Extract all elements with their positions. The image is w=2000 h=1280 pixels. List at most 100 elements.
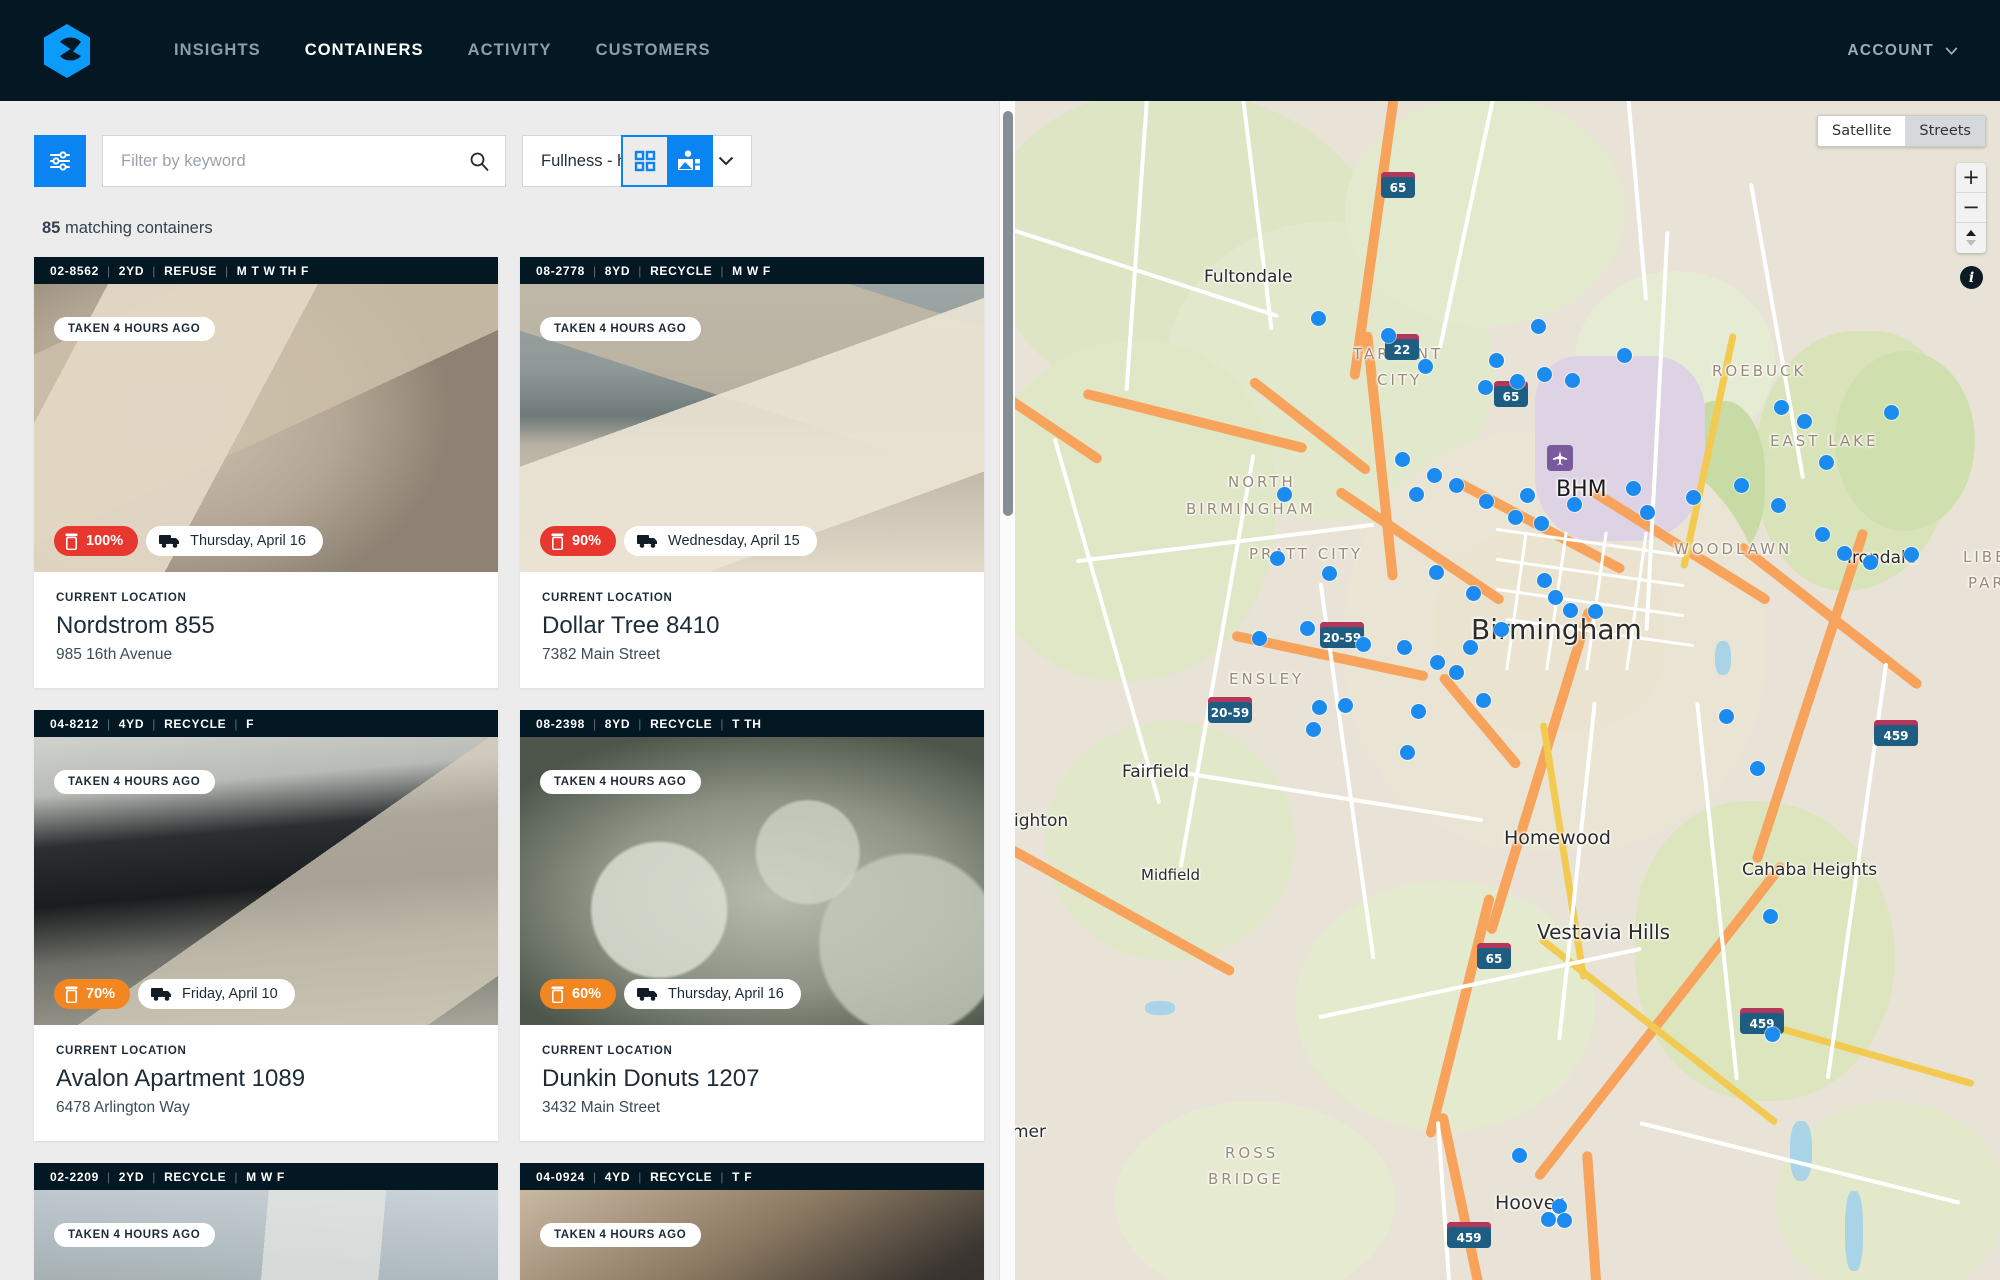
container-map-marker[interactable] (1750, 761, 1765, 776)
compass-reset-button[interactable] (1956, 223, 1986, 253)
container-map-marker[interactable] (1381, 328, 1396, 343)
nav-link-activity[interactable]: ACTIVITY (446, 41, 574, 60)
container-card[interactable]: 02-2209|2YD|RECYCLE|M W F TAKEN 4 HOURS … (34, 1163, 498, 1280)
nav-link-customers[interactable]: CUSTOMERS (574, 41, 733, 60)
container-map-marker[interactable] (1819, 455, 1834, 470)
container-card[interactable]: 04-8212|4YD|RECYCLE|F TAKEN 4 HOURS AGO … (34, 710, 498, 1141)
account-menu[interactable]: ACCOUNT (1847, 42, 1958, 60)
container-card[interactable]: 08-2778|8YD|RECYCLE|M W F TAKEN 4 HOURS … (520, 257, 984, 688)
container-map-marker[interactable] (1719, 709, 1734, 724)
container-card[interactable]: 04-0924|4YD|RECYCLE|T F TAKEN 4 HOURS AG… (520, 1163, 984, 1280)
container-map-marker[interactable] (1463, 640, 1478, 655)
list-scrollbar[interactable] (999, 101, 1015, 1280)
container-photo[interactable]: TAKEN 4 HOURS AGO 90% (520, 284, 984, 572)
search-input[interactable] (121, 152, 469, 171)
map-view-button[interactable] (667, 137, 711, 185)
filter-button[interactable] (34, 135, 86, 187)
container-map-marker[interactable] (1479, 494, 1494, 509)
container-map-marker[interactable] (1252, 631, 1267, 646)
container-map-marker[interactable] (1429, 565, 1444, 580)
search-icon[interactable] (469, 151, 489, 171)
container-map-marker[interactable] (1466, 586, 1481, 601)
container-map-marker[interactable] (1734, 478, 1749, 493)
container-size: 8YD (605, 717, 630, 731)
container-map-marker[interactable] (1520, 488, 1535, 503)
container-map-marker[interactable] (1531, 319, 1546, 334)
container-map-marker[interactable] (1270, 551, 1285, 566)
container-map-marker[interactable] (1626, 481, 1641, 496)
container-photo[interactable]: TAKEN 4 HOURS AGO (34, 1190, 498, 1280)
container-map-marker[interactable] (1837, 546, 1852, 561)
search-field-wrapper[interactable] (102, 135, 506, 187)
container-map-marker[interactable] (1797, 414, 1812, 429)
container-map-marker[interactable] (1306, 722, 1321, 737)
container-map-marker[interactable] (1512, 1148, 1527, 1163)
nav-link-insights[interactable]: INSIGHTS (152, 41, 283, 60)
container-map-marker[interactable] (1430, 655, 1445, 670)
container-photo[interactable]: TAKEN 4 HOURS AGO 60% (520, 737, 984, 1025)
photo-timestamp-badge: TAKEN 4 HOURS AGO (540, 317, 701, 341)
container-map-marker[interactable] (1508, 510, 1523, 525)
container-map-marker[interactable] (1322, 566, 1337, 581)
location-address: 6478 Arlington Way (56, 1099, 476, 1117)
container-map-marker[interactable] (1552, 1199, 1567, 1214)
container-map-marker[interactable] (1510, 374, 1525, 389)
nav-link-containers[interactable]: CONTAINERS (283, 41, 446, 60)
scrollbar-thumb[interactable] (1003, 111, 1013, 516)
container-map-marker[interactable] (1494, 622, 1509, 637)
container-map-marker[interactable] (1311, 311, 1326, 326)
basemap-streets-button[interactable]: Streets (1905, 116, 1985, 146)
container-map-marker[interactable] (1277, 487, 1292, 502)
container-map-marker[interactable] (1557, 1213, 1572, 1228)
basemap-satellite-button[interactable]: Satellite (1818, 116, 1905, 146)
container-map-marker[interactable] (1548, 590, 1563, 605)
container-map-marker[interactable] (1537, 573, 1552, 588)
container-map-marker[interactable] (1904, 547, 1919, 562)
zoom-out-button[interactable]: − (1956, 193, 1986, 223)
app-logo[interactable] (38, 22, 96, 80)
container-map-marker[interactable] (1427, 468, 1442, 483)
container-map-marker[interactable] (1763, 909, 1778, 924)
container-photo[interactable]: TAKEN 4 HOURS AGO 100% (34, 284, 498, 572)
container-map-marker[interactable] (1884, 405, 1899, 420)
container-map-marker[interactable] (1774, 400, 1789, 415)
container-map-marker[interactable] (1300, 621, 1315, 636)
container-map-marker[interactable] (1338, 698, 1353, 713)
container-map-marker[interactable] (1565, 373, 1580, 388)
container-map-marker[interactable] (1395, 452, 1410, 467)
container-map-marker[interactable] (1686, 490, 1701, 505)
container-map-marker[interactable] (1815, 527, 1830, 542)
container-map-marker[interactable] (1397, 640, 1412, 655)
container-map-marker[interactable] (1534, 516, 1549, 531)
container-map-marker[interactable] (1409, 487, 1424, 502)
container-map-marker[interactable] (1567, 497, 1582, 512)
container-map-marker[interactable] (1411, 704, 1426, 719)
container-map-marker[interactable] (1449, 665, 1464, 680)
container-photo[interactable]: TAKEN 4 HOURS AGO (520, 1190, 984, 1280)
container-card[interactable]: 02-8562|2YD|REFUSE|M T W TH F TAKEN 4 HO… (34, 257, 498, 688)
container-map-marker[interactable] (1418, 359, 1433, 374)
container-map-marker[interactable] (1563, 603, 1578, 618)
container-map-marker[interactable] (1312, 700, 1327, 715)
container-map-marker[interactable] (1863, 555, 1878, 570)
container-map-marker[interactable] (1541, 1212, 1556, 1227)
container-map-marker[interactable] (1640, 505, 1655, 520)
container-photo[interactable]: TAKEN 4 HOURS AGO 70% (34, 737, 498, 1025)
container-map-marker[interactable] (1765, 1027, 1780, 1042)
container-map-marker[interactable] (1476, 693, 1491, 708)
container-map-marker[interactable] (1400, 745, 1415, 760)
container-map-marker[interactable] (1771, 498, 1786, 513)
container-map-marker[interactable] (1537, 367, 1552, 382)
grid-view-button[interactable] (623, 137, 667, 185)
map-info-button[interactable]: i (1960, 266, 1983, 289)
results-count: 85 matching containers (0, 187, 1015, 238)
container-card[interactable]: 08-2398|8YD|RECYCLE|T TH TAKEN 4 HOURS A… (520, 710, 984, 1141)
container-map-marker[interactable] (1478, 380, 1493, 395)
container-map-marker[interactable] (1617, 348, 1632, 363)
zoom-in-button[interactable]: + (1956, 163, 1986, 193)
map-panel[interactable]: BHM Center PoBrooksideilleFultondaleTARR… (1015, 101, 2000, 1280)
container-map-marker[interactable] (1449, 478, 1464, 493)
container-map-marker[interactable] (1356, 637, 1371, 652)
container-map-marker[interactable] (1588, 604, 1603, 619)
container-map-marker[interactable] (1489, 353, 1504, 368)
